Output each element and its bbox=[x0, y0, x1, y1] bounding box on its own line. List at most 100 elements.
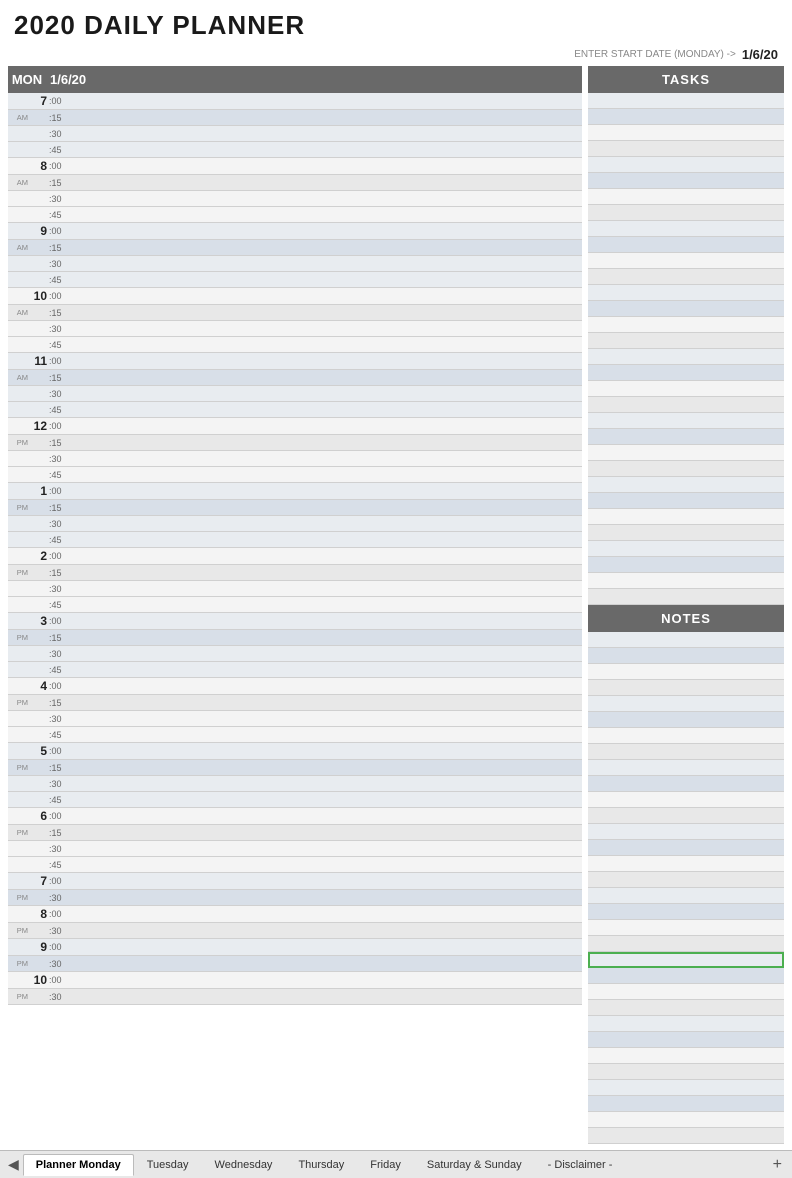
time-row[interactable]: 3:00 bbox=[8, 613, 582, 630]
note-row[interactable] bbox=[588, 968, 784, 984]
time-line[interactable] bbox=[70, 548, 582, 564]
time-row[interactable]: 8:00 bbox=[8, 158, 582, 175]
task-row[interactable] bbox=[588, 525, 784, 541]
time-line[interactable] bbox=[70, 857, 582, 872]
note-row[interactable] bbox=[588, 1032, 784, 1048]
time-row[interactable]: PM:15 bbox=[8, 695, 582, 711]
time-row[interactable]: :30 bbox=[8, 776, 582, 792]
time-row[interactable]: :30 bbox=[8, 841, 582, 857]
time-row[interactable]: 2:00 bbox=[8, 548, 582, 565]
task-row[interactable] bbox=[588, 493, 784, 509]
time-line[interactable] bbox=[70, 825, 582, 840]
time-line[interactable] bbox=[70, 613, 582, 629]
time-line[interactable] bbox=[70, 597, 582, 612]
task-row[interactable] bbox=[588, 269, 784, 285]
time-row[interactable]: 12:00 bbox=[8, 418, 582, 435]
time-line[interactable] bbox=[70, 418, 582, 434]
time-row[interactable]: PM:15 bbox=[8, 435, 582, 451]
time-row[interactable]: :30 bbox=[8, 321, 582, 337]
time-row[interactable]: :45 bbox=[8, 207, 582, 223]
time-row[interactable]: AM:15 bbox=[8, 175, 582, 191]
note-row[interactable] bbox=[588, 696, 784, 712]
time-row[interactable]: 8:00 bbox=[8, 906, 582, 923]
tab-saturday--sunday[interactable]: Saturday & Sunday bbox=[414, 1154, 535, 1176]
time-row[interactable]: :30 bbox=[8, 646, 582, 662]
time-row[interactable]: PM:15 bbox=[8, 500, 582, 516]
time-row[interactable]: 1:00 bbox=[8, 483, 582, 500]
note-row[interactable] bbox=[588, 1080, 784, 1096]
time-line[interactable] bbox=[70, 158, 582, 174]
note-row[interactable] bbox=[588, 920, 784, 936]
time-row[interactable]: :45 bbox=[8, 662, 582, 678]
time-line[interactable] bbox=[70, 337, 582, 352]
time-line[interactable] bbox=[70, 207, 582, 222]
time-line[interactable] bbox=[70, 808, 582, 824]
time-row[interactable]: 10:00 bbox=[8, 972, 582, 989]
time-line[interactable] bbox=[70, 126, 582, 141]
task-row[interactable] bbox=[588, 173, 784, 189]
add-tab-button[interactable]: + bbox=[767, 1156, 788, 1174]
time-row[interactable]: :30 bbox=[8, 191, 582, 207]
time-line[interactable] bbox=[70, 370, 582, 385]
time-row[interactable]: PM:30 bbox=[8, 890, 582, 906]
time-row[interactable]: 4:00 bbox=[8, 678, 582, 695]
task-row[interactable] bbox=[588, 125, 784, 141]
time-row[interactable]: :30 bbox=[8, 711, 582, 727]
task-row[interactable] bbox=[588, 429, 784, 445]
note-row[interactable] bbox=[588, 1096, 784, 1112]
time-line[interactable] bbox=[70, 873, 582, 889]
time-row[interactable]: :30 bbox=[8, 581, 582, 597]
time-line[interactable] bbox=[70, 776, 582, 791]
time-line[interactable] bbox=[70, 678, 582, 694]
note-row[interactable] bbox=[588, 1128, 784, 1144]
task-row[interactable] bbox=[588, 557, 784, 573]
note-row[interactable] bbox=[588, 648, 784, 664]
time-line[interactable] bbox=[70, 923, 582, 938]
note-row[interactable] bbox=[588, 808, 784, 824]
note-row[interactable] bbox=[588, 664, 784, 680]
time-line[interactable] bbox=[70, 256, 582, 271]
time-line[interactable] bbox=[70, 272, 582, 287]
time-row[interactable]: :45 bbox=[8, 337, 582, 353]
task-row[interactable] bbox=[588, 397, 784, 413]
time-row[interactable]: 7:00 bbox=[8, 873, 582, 890]
note-row[interactable] bbox=[588, 984, 784, 1000]
time-line[interactable] bbox=[70, 435, 582, 450]
time-line[interactable] bbox=[70, 972, 582, 988]
time-line[interactable] bbox=[70, 386, 582, 401]
task-row[interactable] bbox=[588, 93, 784, 109]
note-row[interactable] bbox=[588, 856, 784, 872]
time-row[interactable]: PM:15 bbox=[8, 760, 582, 776]
time-line[interactable] bbox=[70, 516, 582, 531]
time-row[interactable]: :45 bbox=[8, 532, 582, 548]
note-row[interactable] bbox=[588, 824, 784, 840]
task-row[interactable] bbox=[588, 221, 784, 237]
time-line[interactable] bbox=[70, 646, 582, 661]
time-row[interactable]: :45 bbox=[8, 857, 582, 873]
time-row[interactable]: AM:15 bbox=[8, 305, 582, 321]
task-row[interactable] bbox=[588, 461, 784, 477]
note-row[interactable] bbox=[588, 728, 784, 744]
time-line[interactable] bbox=[70, 191, 582, 206]
note-row[interactable] bbox=[588, 760, 784, 776]
tab-scroll-left[interactable]: ◀ bbox=[4, 1156, 23, 1173]
tab-thursday[interactable]: Thursday bbox=[285, 1154, 357, 1176]
time-line[interactable] bbox=[70, 711, 582, 726]
time-row[interactable]: AM:15 bbox=[8, 240, 582, 256]
time-row[interactable]: 10:00 bbox=[8, 288, 582, 305]
task-row[interactable] bbox=[588, 317, 784, 333]
time-row[interactable]: 9:00 bbox=[8, 939, 582, 956]
time-row[interactable]: :30 bbox=[8, 516, 582, 532]
time-row[interactable]: :30 bbox=[8, 126, 582, 142]
time-line[interactable] bbox=[70, 467, 582, 482]
task-row[interactable] bbox=[588, 365, 784, 381]
task-row[interactable] bbox=[588, 253, 784, 269]
note-row[interactable] bbox=[588, 1048, 784, 1064]
note-row[interactable] bbox=[588, 792, 784, 808]
time-line[interactable] bbox=[70, 110, 582, 125]
time-row[interactable]: AM:15 bbox=[8, 370, 582, 386]
note-row[interactable] bbox=[588, 936, 784, 952]
time-line[interactable] bbox=[70, 792, 582, 807]
time-line[interactable] bbox=[70, 288, 582, 304]
time-row[interactable]: PM:30 bbox=[8, 989, 582, 1005]
